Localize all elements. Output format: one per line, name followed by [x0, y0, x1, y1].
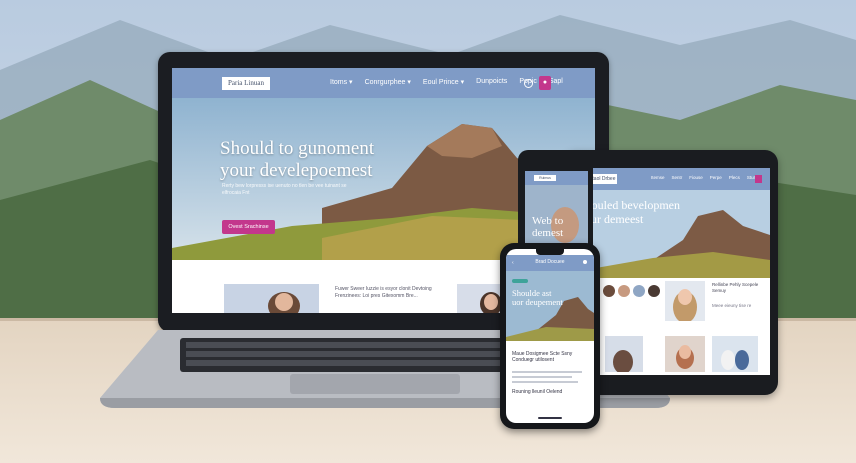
phone-back-hero-title: Web to demest	[532, 215, 564, 239]
tablet-menu-item-5[interactable]: Plecs	[729, 175, 740, 180]
laptop-menu-item-2[interactable]: Conrgurphee ▾	[365, 78, 411, 86]
phone-front-text-lines	[512, 371, 588, 386]
tablet-menu-item-2[interactable]: Sentr	[672, 175, 683, 180]
avatar[interactable]	[603, 285, 615, 297]
laptop-menu-item-4[interactable]: Dunpoicts	[476, 78, 507, 86]
tablet-menu-item-3[interactable]: Fiouse	[689, 175, 703, 180]
tablet-tile-2[interactable]	[665, 336, 705, 372]
search-icon[interactable]	[524, 79, 533, 88]
phone-back-screen: Rulmus Web to demest	[525, 171, 588, 251]
tablet-user-icon[interactable]	[755, 175, 762, 183]
home-indicator[interactable]	[538, 417, 562, 419]
person-image	[605, 336, 643, 372]
text-line	[512, 371, 582, 373]
phone-front-tag	[512, 279, 528, 283]
tablet-menu-item-1[interactable]: Itemse	[651, 175, 665, 180]
phone-front-footer[interactable]: Rouning lleunil Oelend	[512, 389, 562, 395]
tablet-side-title: Rellinbe Pehly Scepele Semuy	[712, 282, 759, 293]
tablet-tile-portrait[interactable]	[665, 281, 705, 321]
laptop-menu-item-1[interactable]: Itoms ▾	[330, 78, 353, 86]
phone-front-screen: ‹ Brad Docuee Shoulde ast uor deupement …	[506, 249, 594, 423]
settings-icon[interactable]	[583, 260, 587, 264]
avatar[interactable]	[618, 285, 630, 297]
phone-notch	[536, 249, 564, 255]
tablet-hero-title: Shouled bevelopmen your demeest	[579, 198, 680, 226]
laptop-card-text: Fuwer Sweer Iuzzie is esyor clonit Devto…	[335, 286, 432, 299]
tablet-avatar-row	[603, 285, 660, 297]
tablet-menu: Itemse Sentr Fiouse Perpe Plecs Stur	[651, 175, 755, 180]
laptop-card-image-2	[457, 284, 505, 313]
text-line	[512, 376, 572, 378]
laptop-hero-subtitle: Rerty bew lorpresss ise uenuto no tlen b…	[222, 183, 347, 196]
laptop-cta-button[interactable]: Ovest Srachinse	[222, 220, 275, 234]
tablet-menu-item-4[interactable]: Perpe	[710, 175, 722, 180]
phone-front-body-text: Maue Dosigmee Scte Ssny Conduegr utilose…	[512, 351, 573, 363]
laptop-logo[interactable]: Paria Linuan	[222, 77, 270, 90]
laptop-menu-item-3[interactable]: Eoul Prince ▾	[423, 78, 464, 86]
tablet-tile-3[interactable]	[712, 336, 758, 372]
avatar[interactable]	[648, 285, 660, 297]
tablet-side-text: Meee eieuny tise re	[712, 303, 752, 308]
phone-front-hero-title: Shoulde ast uor deupement	[512, 288, 563, 307]
person-image	[665, 281, 705, 321]
laptop-hero-title: Should to gunoment your develepoemest	[220, 138, 375, 181]
tablet-menu-item-6[interactable]: Stur	[747, 175, 755, 180]
text-line	[512, 381, 578, 383]
phone-front-title: Brad Docuee	[535, 259, 565, 265]
laptop-card-image-1	[224, 284, 319, 313]
phone-back-logo[interactable]: Rulmus	[534, 175, 556, 181]
user-icon[interactable]: ●	[539, 76, 551, 90]
tablet-tile-1[interactable]	[605, 336, 643, 372]
tablet-screen: Gtaol Drbee Itemse Sentr Fiouse Perpe Pl…	[573, 168, 770, 375]
people-image	[712, 336, 758, 372]
avatar[interactable]	[633, 285, 645, 297]
person-image	[665, 336, 705, 372]
